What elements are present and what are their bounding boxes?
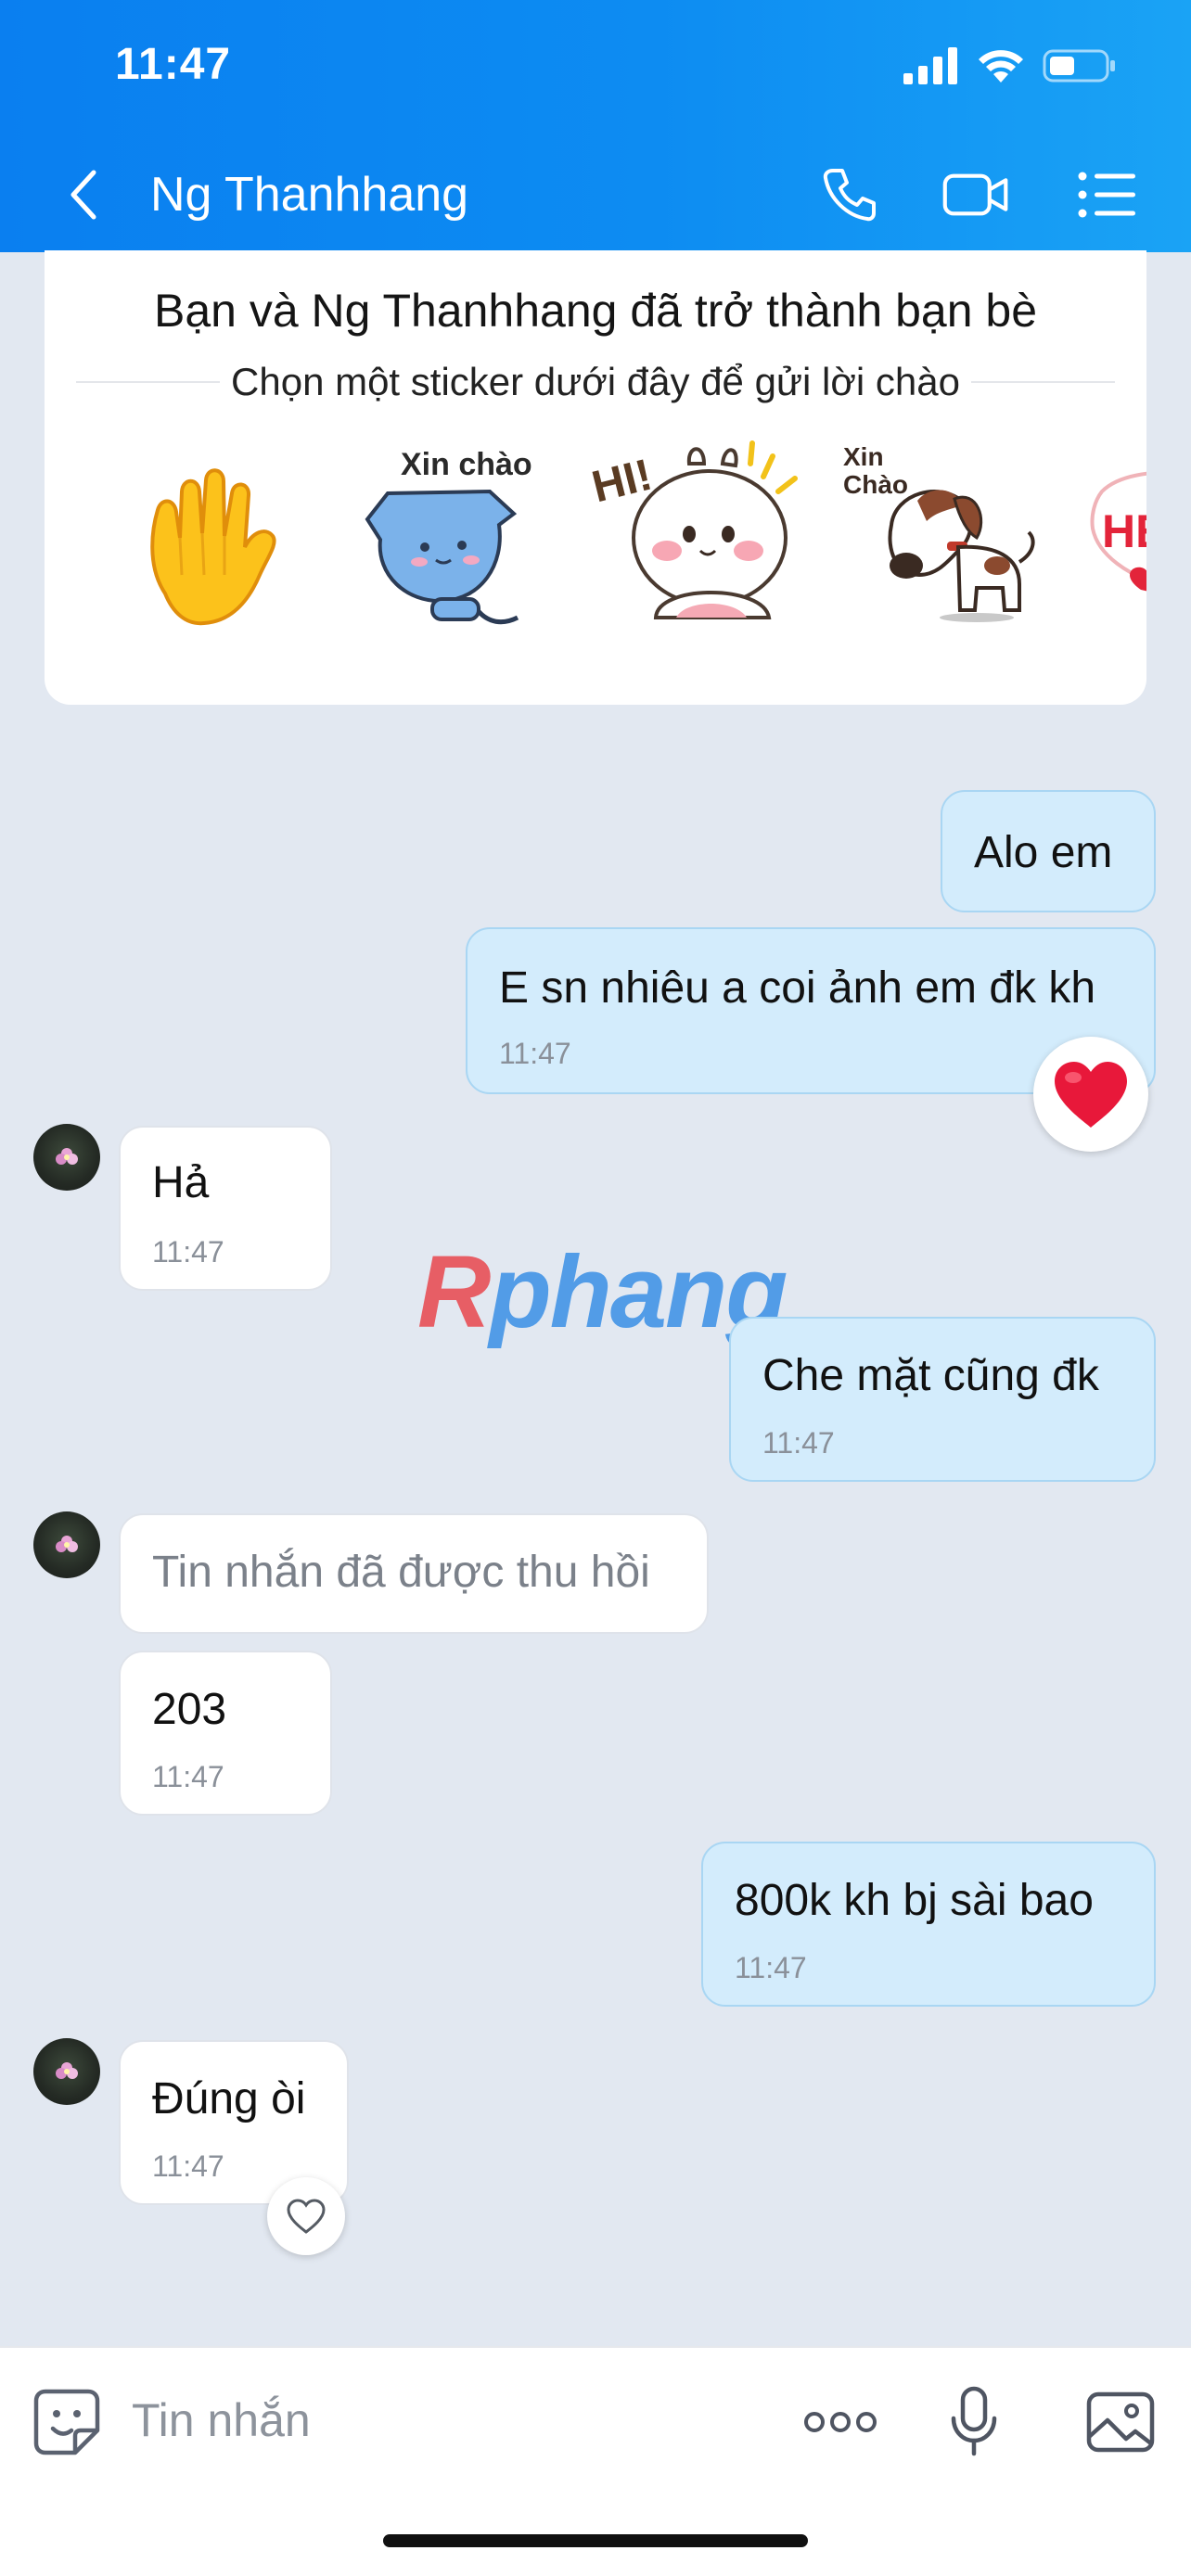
- contact-avatar[interactable]: [33, 2038, 100, 2105]
- reaction-badge[interactable]: [1033, 1037, 1148, 1152]
- sticker-row: Xin chào HI! Xin Chào H: [45, 436, 1146, 686]
- message-text: Alo em: [974, 828, 1113, 877]
- message-bubble-received[interactable]: 203 11:47: [119, 1651, 332, 1816]
- video-camera-icon: [942, 173, 1008, 216]
- message-time: 11:47: [152, 2149, 224, 2183]
- chevron-left-icon: [70, 170, 96, 220]
- message-text: Đúng òi: [152, 2074, 306, 2123]
- message-time: 11:47: [152, 1760, 224, 1793]
- chat-header: 11:47 Ng Thanhhang: [0, 0, 1191, 252]
- sticker-blue-cat[interactable]: Xin chào: [332, 436, 545, 658]
- voice-message-button[interactable]: [937, 2385, 1011, 2459]
- message-time: 11:47: [499, 1037, 571, 1070]
- cellular-signal-icon: [903, 47, 957, 84]
- message-text: 800k kh bj sài bao: [735, 1876, 1094, 1925]
- blue-cat-icon: Xin chào: [365, 447, 532, 625]
- flower-icon: [56, 1536, 78, 1552]
- divider: [76, 381, 221, 383]
- waving-hand-icon: [150, 468, 276, 626]
- chat-title[interactable]: Ng Thanhhang: [150, 165, 468, 224]
- flower-icon: [56, 1148, 78, 1165]
- message-bubble-sent[interactable]: 800k kh bj sài bao 11:47: [701, 1842, 1156, 2007]
- message-text: Che mặt cũng đk: [762, 1351, 1099, 1400]
- home-indicator[interactable]: [383, 2534, 808, 2547]
- back-button[interactable]: [56, 165, 111, 224]
- message-bubble-received[interactable]: Hả 11:47: [119, 1126, 332, 1291]
- contact-avatar[interactable]: [33, 1124, 100, 1191]
- microphone-icon: [951, 2386, 997, 2456]
- partial-sticker-icon: HÉ: [1090, 471, 1146, 592]
- battery-icon: [1043, 49, 1115, 83]
- message-bubble-recalled[interactable]: Tin nhắn đã được thu hồi: [119, 1513, 709, 1634]
- emoji-sticker-icon: [33, 2389, 100, 2455]
- video-call-button[interactable]: [942, 163, 1009, 226]
- friend-card-subtitle-row: Chọn một sticker dưới đây để gửi lời chà…: [76, 354, 1116, 410]
- image-gallery-icon: [1086, 2391, 1155, 2453]
- contact-avatar[interactable]: [33, 1511, 100, 1578]
- divider: [971, 381, 1116, 383]
- sticker-text: HÉ: [1102, 505, 1146, 557]
- new-friend-card: Bạn và Ng Thanhhang đã trở thành bạn bè …: [45, 250, 1146, 705]
- header-row: Ng Thanhhang: [0, 148, 1191, 241]
- friend-card-title: Bạn và Ng Thanhhang đã trở thành bạn bè: [153, 285, 1038, 337]
- options-menu-button[interactable]: [1074, 163, 1141, 226]
- sticker-waving-hand[interactable]: [100, 436, 314, 658]
- list-menu-icon: [1078, 172, 1135, 218]
- heart-outline-icon: [287, 2199, 326, 2234]
- friend-card-subtitle: Chọn một sticker dưới đây để gửi lời chà…: [231, 360, 960, 403]
- react-button[interactable]: [267, 2177, 345, 2255]
- sticker-button[interactable]: [30, 2385, 104, 2459]
- white-bunny-icon: HI!: [587, 440, 798, 619]
- message-input[interactable]: Tin nhắn: [132, 2383, 311, 2457]
- more-dots-icon: [804, 2412, 877, 2432]
- more-button[interactable]: [803, 2385, 877, 2459]
- sticker-text: Xin chào: [401, 447, 532, 482]
- wifi-icon: [979, 50, 1023, 83]
- sticker-text: Xin: [843, 442, 884, 471]
- message-time: 11:47: [152, 1235, 224, 1269]
- message-text-recalled: Tin nhắn đã được thu hồi: [152, 1548, 650, 1597]
- sticker-brown-dog[interactable]: Xin Chào: [838, 436, 1051, 658]
- sticker-text: Chào: [843, 470, 908, 499]
- sticker-partial[interactable]: HÉ: [1074, 436, 1146, 658]
- message-bubble-sent[interactable]: Alo em: [941, 790, 1156, 912]
- sticker-white-bunny[interactable]: HI!: [587, 436, 800, 658]
- message-bubble-sent[interactable]: Che mặt cũng đk 11:47: [729, 1317, 1156, 1482]
- status-icons: [903, 43, 1117, 89]
- flower-icon: [56, 2062, 78, 2079]
- photo-button[interactable]: [1083, 2385, 1158, 2459]
- heart-filled-icon: [1055, 1062, 1127, 1128]
- phone-icon: [823, 169, 876, 222]
- message-text: Hả: [152, 1158, 210, 1207]
- message-text: 203: [152, 1685, 227, 1734]
- brown-dog-icon: Xin Chào: [843, 442, 1035, 622]
- voice-call-button[interactable]: [816, 163, 883, 226]
- message-time: 11:47: [762, 1426, 835, 1460]
- status-time: 11:47: [115, 40, 232, 89]
- message-text: E sn nhiêu a coi ảnh em đk kh: [499, 963, 1096, 1013]
- message-time: 11:47: [735, 1951, 807, 1984]
